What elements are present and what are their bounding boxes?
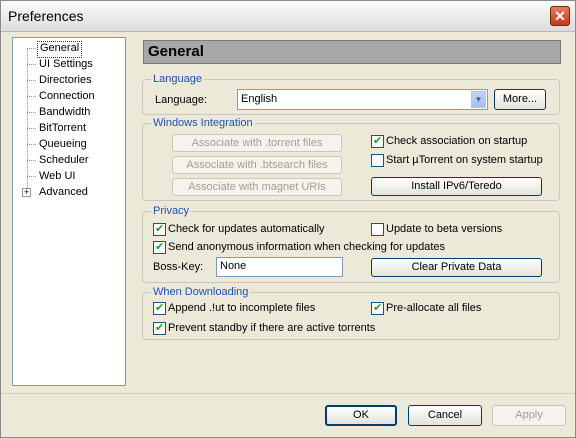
language-legend: Language (151, 73, 204, 85)
append-ut-checkbox[interactable] (153, 301, 166, 315)
boss-key-label: Boss-Key: (153, 261, 204, 273)
title-bar[interactable]: Preferences ✕ (1, 1, 575, 32)
language-select[interactable]: English ▼ (237, 89, 488, 110)
tree-item-directories[interactable]: Directories (37, 73, 94, 88)
tree-branch (27, 64, 36, 65)
windows-integration-legend: Windows Integration (151, 117, 255, 129)
close-button[interactable]: ✕ (550, 6, 570, 26)
install-ipv6-button[interactable]: Install IPv6/Teredo (371, 177, 542, 196)
tree-item-bandwidth[interactable]: Bandwidth (37, 105, 92, 120)
check-association-label: Check association on startup (386, 135, 528, 147)
tree-item-connection[interactable]: Connection (37, 89, 97, 104)
tree-item-scheduler[interactable]: Scheduler (37, 153, 91, 168)
more-languages-button[interactable]: More... (494, 89, 546, 110)
prevent-standby-checkbox[interactable] (153, 321, 166, 335)
cancel-button[interactable]: Cancel (408, 405, 482, 426)
close-icon: ✕ (554, 8, 566, 24)
privacy-legend: Privacy (151, 205, 192, 217)
tree-branch (27, 48, 36, 49)
boss-key-input[interactable]: None (216, 257, 343, 277)
language-label: Language: (155, 94, 207, 106)
tree-item-bittorrent[interactable]: BitTorrent (37, 121, 88, 136)
check-updates-checkbox[interactable] (153, 222, 166, 236)
tree-item-queueing[interactable]: Queueing (37, 137, 89, 152)
expand-icon[interactable]: + (22, 188, 31, 197)
start-on-startup-label: Start µTorrent on system startup (386, 154, 543, 166)
tree-branch (27, 144, 36, 145)
footer-divider (1, 393, 575, 394)
ok-button[interactable]: OK (325, 405, 397, 426)
start-on-startup-checkbox[interactable] (371, 154, 384, 167)
tree-branch (27, 160, 36, 161)
chevron-down-icon[interactable]: ▼ (471, 91, 486, 108)
preallocate-checkbox[interactable] (371, 301, 384, 315)
tree-item-web-ui[interactable]: Web UI (37, 169, 77, 184)
send-anonymous-checkbox[interactable] (153, 240, 166, 254)
associate-btsearch-button[interactable]: Associate with .btsearch files (172, 156, 342, 174)
tree-branch (27, 80, 36, 81)
preallocate-label: Pre-allocate all files (386, 302, 482, 314)
tree-item-ui-settings[interactable]: UI Settings (37, 57, 95, 72)
tree-branch (27, 96, 36, 97)
tree-connector-line (27, 48, 28, 194)
category-tree[interactable]: General UI Settings Directories Connecti… (12, 37, 126, 386)
preferences-window: Preferences ✕ General UI Settings Direct… (0, 0, 576, 438)
when-downloading-legend: When Downloading (151, 286, 251, 298)
tree-branch (27, 128, 36, 129)
tree-branch (27, 176, 36, 177)
check-updates-label: Check for updates automatically (168, 223, 325, 235)
associate-magnet-button[interactable]: Associate with magnet URIs (172, 178, 342, 196)
page-title: General (148, 43, 204, 60)
append-ut-label: Append .!ut to incomplete files (168, 302, 316, 314)
tree-item-general[interactable]: General (37, 41, 83, 58)
page-header: General (143, 40, 561, 64)
beta-updates-checkbox[interactable] (371, 223, 384, 236)
clear-private-data-button[interactable]: Clear Private Data (371, 258, 542, 277)
tree-item-advanced[interactable]: Advanced (37, 185, 90, 200)
associate-torrent-button[interactable]: Associate with .torrent files (172, 134, 342, 152)
language-select-value: English (241, 93, 278, 105)
boss-key-value: None (220, 260, 247, 272)
apply-button[interactable]: Apply (492, 405, 566, 426)
tree-branch (27, 112, 36, 113)
send-anonymous-label: Send anonymous information when checking… (168, 241, 446, 253)
window-title: Preferences (8, 8, 84, 24)
beta-updates-label: Update to beta versions (386, 223, 503, 235)
check-association-checkbox[interactable] (371, 134, 384, 148)
prevent-standby-label: Prevent standby if there are active torr… (168, 322, 376, 334)
